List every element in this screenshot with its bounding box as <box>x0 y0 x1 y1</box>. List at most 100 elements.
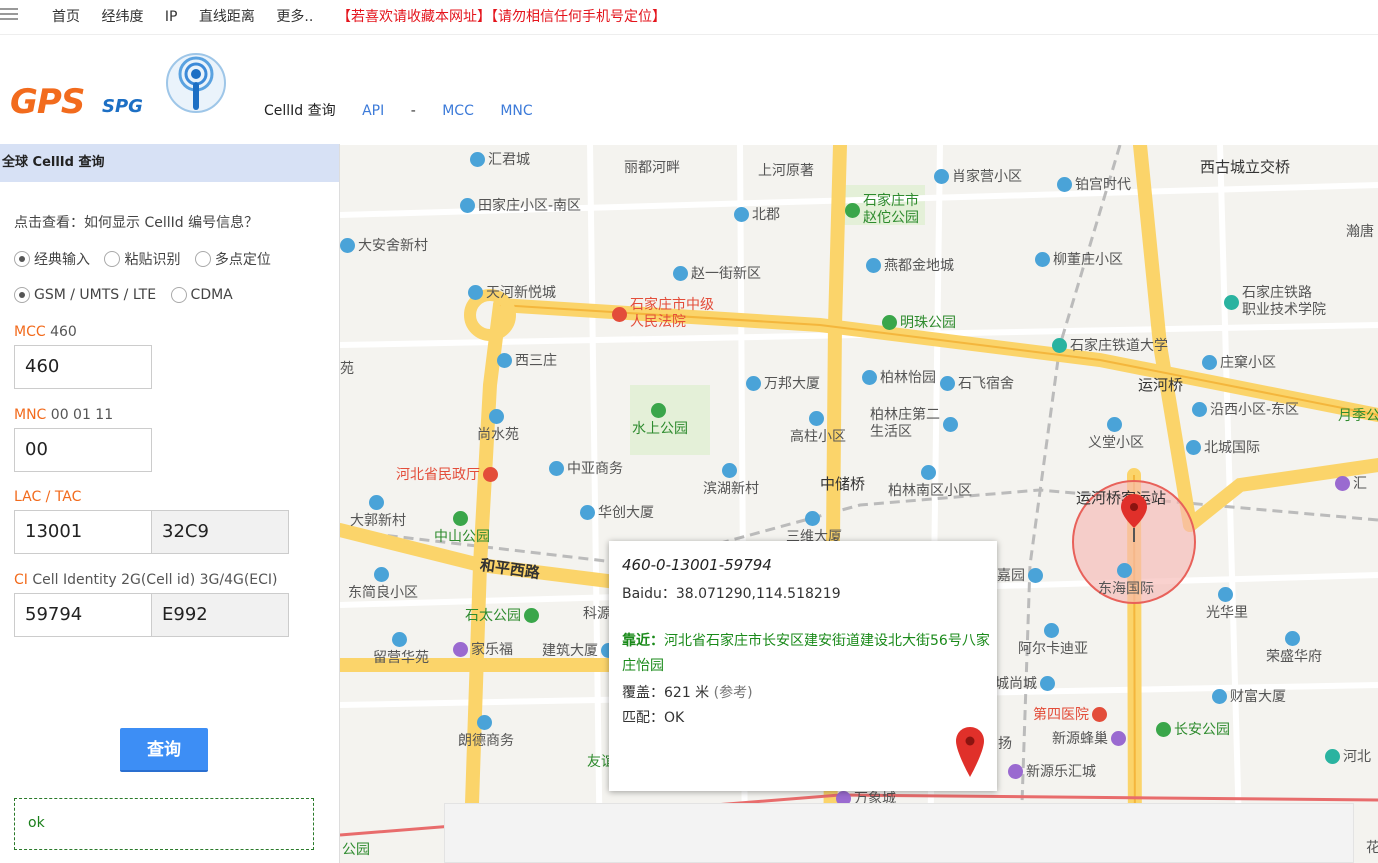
map-poi[interactable]: 扬 <box>998 733 1012 753</box>
query-button[interactable]: 查询 <box>120 728 208 772</box>
radio-classic-input[interactable]: 经典输入 <box>14 249 90 269</box>
map-landmark[interactable]: 河北省民政厅 <box>396 464 501 484</box>
radio-cdma[interactable]: CDMA <box>170 287 233 303</box>
map-park[interactable]: 长安公园 <box>1156 719 1230 739</box>
map-poi[interactable]: 石家庄铁道大学 <box>1052 335 1168 355</box>
map-poi[interactable]: 留营华苑 <box>373 632 429 667</box>
radio-label: GSM / UMTS / LTE <box>34 287 157 303</box>
map-poi[interactable]: 河北 <box>1325 746 1371 766</box>
map-poi[interactable]: 建筑大厦 <box>542 640 619 660</box>
map-park[interactable]: 公园 <box>342 839 370 859</box>
map-poi[interactable]: 高柱小区 <box>790 411 846 446</box>
map-poi[interactable]: 上河原著 <box>758 160 814 180</box>
map-poi[interactable]: 荣盛华府 <box>1266 631 1322 666</box>
link-mnc[interactable]: MNC <box>500 103 532 119</box>
map-poi[interactable]: 燕都金地城 <box>866 255 954 275</box>
nav-link-more[interactable]: 更多.. <box>276 9 313 25</box>
map-poi[interactable]: 柏林怡园 <box>862 367 936 387</box>
map-poi[interactable]: 大郭新村 <box>350 495 406 530</box>
mnc-input[interactable]: 00 <box>14 428 152 472</box>
nav-link-distance[interactable]: 直线距离 <box>199 9 255 25</box>
map-park[interactable]: 石家庄市 赵佗公园 <box>845 193 919 227</box>
map-poi[interactable]: 万邦大厦 <box>746 373 820 393</box>
map-poi[interactable]: 庄窠小区 <box>1202 352 1276 372</box>
menu-icon[interactable] <box>0 8 18 22</box>
map-park[interactable]: 石太公园 <box>465 605 542 625</box>
map-poi[interactable]: 阿尔卡迪亚 <box>1018 623 1088 658</box>
map-poi[interactable]: 光华里 <box>1206 587 1248 622</box>
map-park[interactable]: 中山公园 <box>434 511 490 546</box>
poi-label: 朗德商务 <box>458 733 514 749</box>
radio-paste-recognize[interactable]: 粘贴识别 <box>104 249 180 269</box>
map-poi[interactable]: 财富大厦 <box>1212 686 1286 706</box>
map-poi[interactable]: 新源蜂巢 <box>1052 728 1129 748</box>
map-poi[interactable]: 北城国际 <box>1186 437 1260 457</box>
nav-link-ip[interactable]: IP <box>165 9 178 25</box>
map-pin-icon[interactable] <box>956 727 984 777</box>
help-link[interactable]: 点击查看：如何显示 CellId 编号信息？ <box>14 212 258 232</box>
radio-checked-icon[interactable] <box>14 251 30 267</box>
map-poi[interactable]: 苑 <box>340 358 354 378</box>
map-poi[interactable]: 滨湖新村 <box>703 463 759 498</box>
poi-label: 上河原著 <box>758 163 814 179</box>
map-poi[interactable]: 瀚唐 <box>1346 221 1374 241</box>
map-poi[interactable]: 中亚商务 <box>549 458 623 478</box>
map-park[interactable]: 月季公 <box>1338 405 1378 425</box>
map-poi[interactable]: 北郡 <box>734 204 780 224</box>
map-poi[interactable]: 新源乐汇城 <box>1008 761 1096 781</box>
map-poi[interactable]: 石飞宿舍 <box>940 373 1014 393</box>
lac-input[interactable]: 13001 <box>14 510 152 554</box>
map-poi[interactable]: 科源 <box>583 603 611 623</box>
map-poi[interactable]: 柳董庄小区 <box>1035 249 1123 269</box>
mcc-input[interactable]: 460 <box>14 345 152 389</box>
radio-gsm[interactable]: GSM / UMTS / LTE <box>14 287 156 303</box>
map-poi[interactable]: 汇 <box>1335 473 1367 493</box>
radio-unchecked-icon[interactable] <box>104 251 121 267</box>
poi-label: 城尚城 <box>995 676 1037 692</box>
radio-checked-icon[interactable] <box>14 287 30 303</box>
ci-hex-input[interactable]: E992 <box>151 593 289 637</box>
radio-unchecked-icon[interactable] <box>170 287 187 303</box>
link-mcc[interactable]: MCC <box>442 103 474 119</box>
map-poi[interactable]: 肖家营小区 <box>934 166 1022 186</box>
link-api[interactable]: API <box>362 103 384 119</box>
coverage-info: 覆盖：621 米 (参考) <box>622 682 753 702</box>
map-poi[interactable]: 天河新悦城 <box>468 282 556 302</box>
map-poi[interactable]: 东简良小区 <box>348 567 418 602</box>
map-landmark[interactable]: 石家庄市中级 人民法院 <box>612 297 714 331</box>
map-poi[interactable]: 柏林庄第二 生活区 <box>870 407 961 441</box>
map-poi[interactable]: 家乐福 <box>453 639 513 659</box>
radio-unchecked-icon[interactable] <box>194 251 211 267</box>
map-poi[interactable]: 西三庄 <box>497 350 557 370</box>
map-poi[interactable]: 华创大厦 <box>580 502 654 522</box>
location-marker-icon[interactable] <box>1121 494 1147 544</box>
map-poi[interactable]: 汇君城 <box>470 149 530 169</box>
nav-link-latlng[interactable]: 经纬度 <box>101 9 143 25</box>
map-poi[interactable]: 石家庄铁路 职业技术学院 <box>1224 285 1326 319</box>
map-poi[interactable]: 尚水苑 <box>477 409 519 444</box>
map-poi[interactable]: 城尚城 <box>995 673 1058 693</box>
map-poi[interactable]: 丽都河畔 <box>624 157 680 177</box>
map-poi[interactable]: 铂宫时代 <box>1057 174 1131 194</box>
map-poi[interactable]: 大安舍新村 <box>340 235 428 255</box>
site-logo[interactable]: GPS SPG <box>10 52 240 122</box>
map-poi[interactable]: 嘉园 <box>997 565 1046 585</box>
park-icon <box>845 202 860 218</box>
map-poi[interactable]: 东海国际 <box>1098 563 1154 598</box>
poi-icon <box>1107 417 1122 432</box>
map-poi[interactable]: 义堂小区 <box>1088 417 1144 452</box>
map-poi[interactable]: 花 <box>1366 837 1378 857</box>
lac-hex-input[interactable]: 32C9 <box>151 510 289 554</box>
tab-cellid-query[interactable]: CellId 查询 <box>264 103 336 119</box>
map-poi[interactable]: 朗德商务 <box>458 715 514 750</box>
radio-multipoint[interactable]: 多点定位 <box>194 249 271 269</box>
map-park[interactable]: 水上公园 <box>632 403 688 438</box>
map-poi[interactable]: 赵一街新区 <box>673 263 761 283</box>
map-poi[interactable]: 沿西小区-东区 <box>1192 399 1299 419</box>
map-landmark[interactable]: 第四医院 <box>1033 704 1110 724</box>
map-park[interactable]: 明珠公园 <box>882 312 956 332</box>
map-poi[interactable]: 柏林南区小区 <box>888 465 972 500</box>
ci-input[interactable]: 59794 <box>14 593 152 637</box>
map-poi[interactable]: 田家庄小区-南区 <box>460 195 581 215</box>
nav-link-home[interactable]: 首页 <box>52 9 80 25</box>
